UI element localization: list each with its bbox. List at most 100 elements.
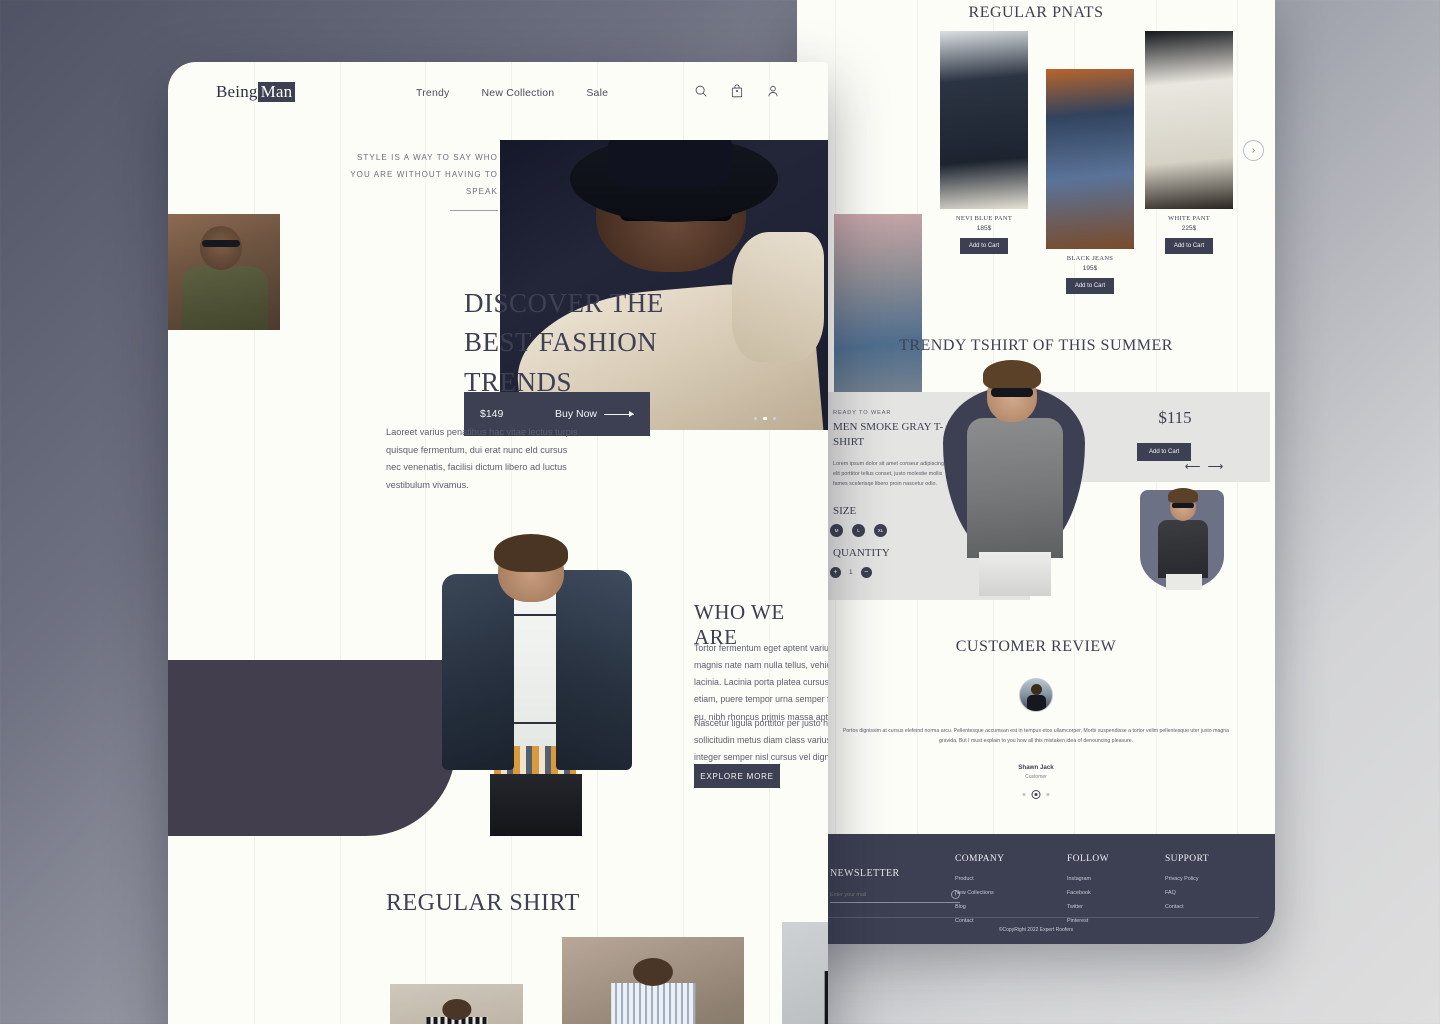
explore-more-button[interactable]: EXPLORE MORE [694,764,780,788]
tshirt-thumbnail[interactable] [1140,488,1224,590]
arrow-right-icon[interactable]: ⟶ [1208,460,1224,473]
logo[interactable]: Being Man [216,82,296,102]
product-price: 225$ [1181,225,1197,232]
product-card[interactable]: Black Jeans 195$ Add to Cart [1046,69,1134,294]
logo-text-man: Man [257,82,296,102]
footer-link[interactable]: Contact [1165,904,1209,910]
buy-now-button[interactable]: Buy Now [555,408,634,420]
website-mockup-back-panel: Regular Pnats Blue Strap Jeans 200$ Add … [797,0,1275,944]
nav-item-trendy[interactable]: Trendy [416,87,450,99]
avatar [1019,678,1053,712]
who-we-are-paragraph-2: Nascetur ligula porttitor per justo hend… [694,718,828,763]
nav-item-sale[interactable]: Sale [586,87,608,99]
quantity-label: Quantity [833,547,890,559]
product-card[interactable]: Nevi Blue Pant 185$ Add to Cart [940,31,1028,254]
nav-item-new-collection[interactable]: New Collection [482,87,555,99]
footer-link[interactable]: Twitter [1067,904,1109,910]
nav-icons[interactable] [694,84,780,98]
review-dot[interactable] [1022,793,1026,796]
size-options[interactable]: M L XL [830,524,887,537]
review-author-name: Shawn Jack [1018,764,1054,771]
pants-carousel-next-icon[interactable]: › [1243,140,1264,161]
user-icon[interactable] [766,84,780,98]
product-name: White Pant [1168,215,1210,222]
review-author-role: Customer [1025,774,1047,780]
add-to-cart-button[interactable]: Add to Cart [1065,278,1115,294]
size-option-m[interactable]: M [830,524,843,537]
newsletter-title: Newsletter [830,868,900,879]
footer-link[interactable]: Instagram [1067,876,1109,882]
arrow-right-icon [604,411,634,417]
footer-link[interactable]: Pinterest [1067,918,1109,924]
footer-column-company: Company Product New Collections Blog Con… [955,854,1004,932]
tshirt-hero-image [925,360,1105,600]
product-name: Nevi Blue Pant [955,215,1013,222]
who-we-are-paragraph-1: Tortor fermentum eget aptent varius etia… [694,643,828,722]
quantity-value: 1 [849,569,853,576]
quantity-increase-icon[interactable]: + [830,567,841,578]
footer-link[interactable]: Blog [955,904,1004,910]
review-dot-active[interactable] [1032,791,1040,798]
footer: Newsletter › Company Product New Collect… [797,834,1275,944]
review-carousel-dots[interactable] [1022,791,1050,798]
hero-side-image [168,214,280,330]
regular-shirt-carousel [168,922,828,1024]
footer-divider [813,917,1259,918]
hero-paragraph: Laoreet varius penatibus hac vitae lectu… [386,427,578,490]
product-image [940,31,1028,209]
tshirt-section-heading: Trendy Tshirt of this summer [899,337,1173,354]
quantity-stepper[interactable]: + 1 − [830,567,872,578]
size-option-xl[interactable]: XL [874,524,887,537]
tshirt-carousel-nav[interactable]: ⟵ ⟶ [1185,460,1224,473]
tshirt-add-to-cart-button[interactable]: Add to Cart [1137,443,1192,461]
hero-quote: STYLE IS A WAY TO SAY WHO YOU ARE WITHOU… [350,153,498,196]
review-text: Portos dignissim at cursus elefeind norm… [842,728,1230,745]
footer-link[interactable]: FAQ [1165,890,1209,896]
hero-quote-rule [450,210,498,211]
footer-link[interactable]: New Collections [955,890,1004,896]
page-title: Discover the best fashion trends [464,288,664,397]
footer-link[interactable]: Facebook [1067,890,1109,896]
search-icon[interactable] [694,84,708,98]
shirt-card[interactable] [562,937,744,1024]
footer-link[interactable]: Contact [955,918,1004,924]
decorative-shape [168,660,456,836]
footer-column-support: Support Privacy Policy FAQ Contact [1165,854,1209,918]
regular-shirt-heading: Regular Shirt [386,890,580,916]
shopping-bag-icon[interactable] [730,84,744,98]
review-dot[interactable] [1046,793,1050,796]
footer-column-title: Company [955,854,1005,864]
add-to-cart-button[interactable]: Add to Cart [1164,238,1214,254]
newsletter-email-input[interactable] [830,891,930,898]
quantity-decrease-icon[interactable]: − [860,567,872,578]
product-price: 195$ [1082,265,1098,272]
copyright-text: ©CopyRight 2022 Expert Roofers [998,927,1074,933]
hero-price: $149 [480,408,504,420]
size-option-l[interactable]: L [852,524,865,537]
size-label: Size [833,505,857,517]
customer-review-heading: Customer Review [955,638,1117,655]
arrow-left-icon[interactable]: ⟵ [1185,460,1201,473]
footer-link[interactable]: Product [955,876,1004,882]
add-to-cart-button[interactable]: Add to Cart [959,238,1009,254]
product-card[interactable]: White Pant 225$ Add to Cart [1145,31,1233,254]
who-we-are-image [424,534,642,836]
product-name: Black Jeans [1066,255,1114,262]
hero-dot[interactable] [753,416,757,420]
product-image [1046,69,1134,249]
tshirt-eyebrow: Ready to wear [833,410,892,416]
hero-dot-active[interactable] [763,416,767,420]
hero-dot[interactable] [772,416,776,420]
buy-now-label: Buy Now [554,408,597,420]
hero-carousel-dots[interactable] [753,416,776,420]
shirt-card[interactable] [390,984,523,1024]
regular-pants-heading: Regular Pnats [968,4,1104,21]
product-price: 185$ [976,225,992,232]
newsletter-form[interactable]: › [830,890,960,903]
product-image [1145,31,1233,209]
tshirt-price: $115 [1158,408,1192,427]
nav-links[interactable]: Trendy New Collection Sale [416,87,608,99]
footer-link[interactable]: Privacy Policy [1165,876,1209,882]
shirt-card[interactable] [782,922,828,1024]
footer-column-title: Support [1165,854,1209,864]
